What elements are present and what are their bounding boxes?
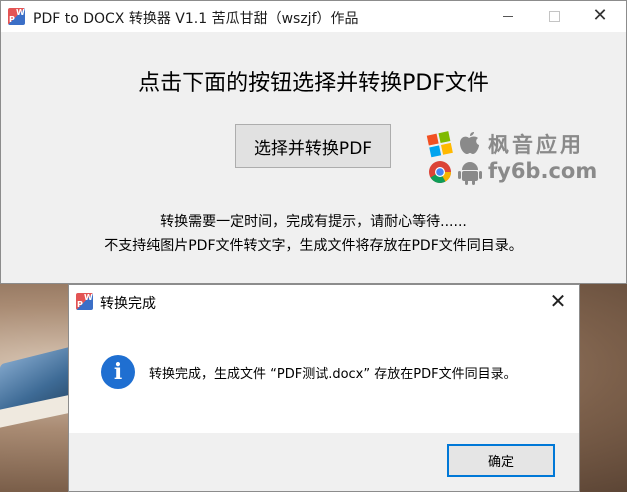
hint-text-wait: 转换需要一定时间，完成有提示，请耐心等待...... [160,214,467,230]
watermark-platform-icons [426,131,482,185]
hint-text-image-pdf: 不支持纯图片PDF文件转文字，生成文件将存放在PDF文件同目录。 [104,238,523,254]
app-icon-letter-p: P [9,15,15,24]
windows-logo-icon [426,131,453,158]
info-icon: i [101,355,135,389]
minimize-button[interactable] [485,1,531,32]
maximize-icon [548,10,560,22]
dialog-icon-letter-p: P [77,300,83,309]
maximize-button [531,1,577,32]
close-button[interactable]: ✕ [577,1,623,32]
conversion-complete-dialog: P W 转换完成 ✕ i 转换完成，生成文件 “PDF测试.docx” 存放在P… [68,284,580,492]
select-and-convert-button[interactable]: 选择并转换PDF [235,124,391,168]
watermark: 枫音应用 fy6b.com [426,129,606,189]
main-titlebar: P W PDF to DOCX 转换器 V1.1 苦瓜甘甜（wszjf）作品 ✕ [1,1,626,32]
chrome-logo-icon [429,161,451,183]
app-icon-letter-w: W [16,8,25,17]
dialog-icon-letter-w: W [84,293,93,302]
dialog-titlebar: P W 转换完成 ✕ [69,285,579,317]
apple-logo-icon [460,132,479,154]
close-icon: ✕ [592,5,608,26]
minimize-icon [503,15,513,17]
main-heading: 点击下面的按钮选择并转换PDF文件 [138,71,489,96]
android-logo-icon [458,162,482,185]
close-icon: ✕ [549,289,567,313]
ok-button[interactable]: 确定 [447,444,555,477]
watermark-text-line-1: 枫音应用 [488,133,584,157]
dialog-title: 转换完成 [100,296,156,312]
main-window: P W PDF to DOCX 转换器 V1.1 苦瓜甘甜（wszjf）作品 ✕… [0,0,627,284]
window-title: PDF to DOCX 转换器 V1.1 苦瓜甘甜（wszjf）作品 [33,11,359,27]
watermark-text-line-2: fy6b.com [488,159,598,183]
app-icon: P W [8,8,25,25]
dialog-footer: 确定 [69,433,579,491]
dialog-close-button[interactable]: ✕ [537,285,579,317]
dialog-message: 转换完成，生成文件 “PDF测试.docx” 存放在PDF文件同目录。 [149,367,517,382]
dialog-app-icon: P W [76,293,93,310]
